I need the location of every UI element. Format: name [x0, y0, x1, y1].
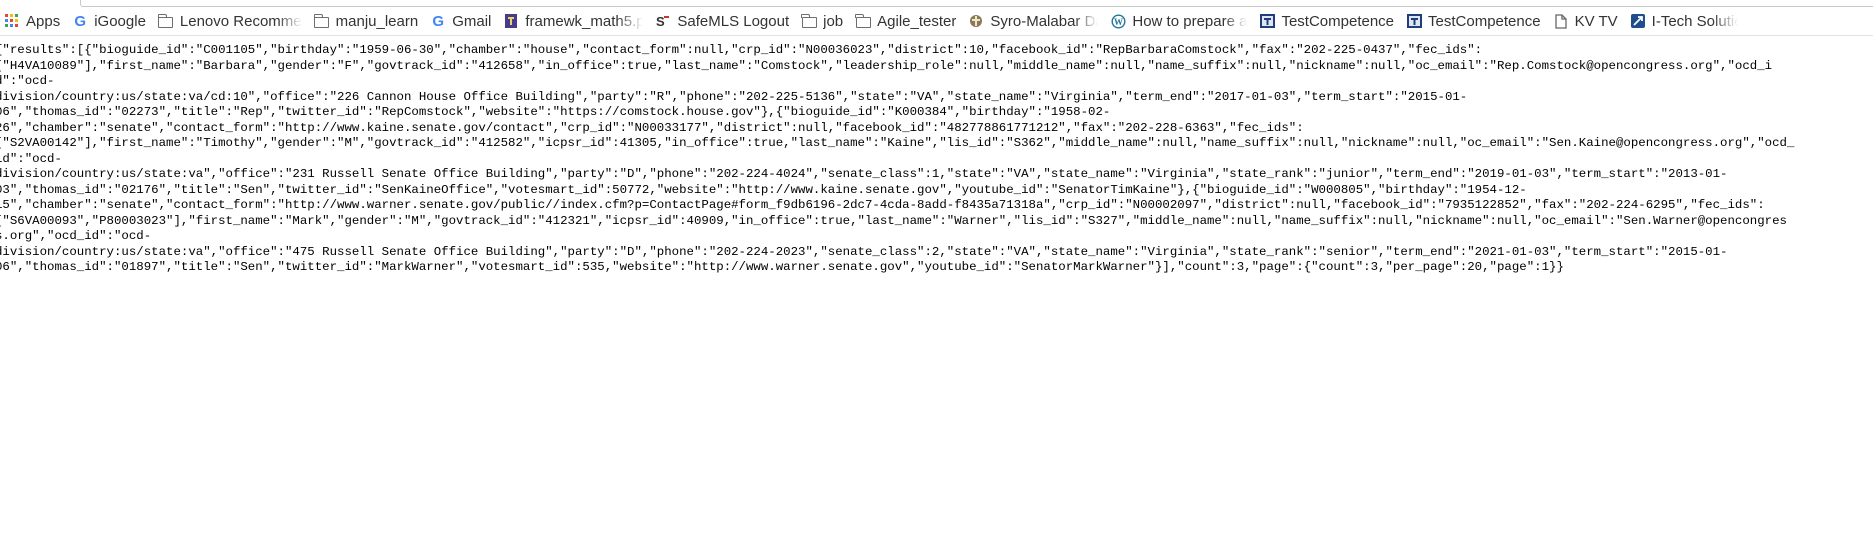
bookmark-syro-malabar[interactable]: Syro-Malabar Dai [964, 10, 1106, 32]
folder-icon [855, 13, 871, 29]
itech-icon [1630, 13, 1646, 29]
folder-icon [801, 13, 817, 29]
bookmark-job[interactable]: job [797, 10, 851, 32]
bookmark-manju-learn[interactable]: manju_learn [310, 10, 427, 32]
site-favicon-icon [503, 13, 519, 29]
browser-toolbar: Apps G iGoogle Lenovo Recomme manju_lear… [0, 0, 1873, 36]
page-icon [1553, 13, 1569, 29]
bookmark-lenovo-recommended[interactable]: Lenovo Recomme [154, 10, 310, 32]
bookmark-apps[interactable]: Apps [0, 10, 68, 32]
bookmark-framewk-math5[interactable]: framewk_math5.p [499, 10, 651, 32]
bookmark-label: Gmail [452, 12, 492, 30]
json-response-text: {"results":[{"bioguide_id":"C001105","bi… [0, 43, 1795, 276]
json-line: 03","thomas_id":"02176","title":"Sen","t… [0, 182, 1527, 197]
bookmark-label: I-Tech Solutions l [1651, 12, 1738, 30]
bookmark-label: Apps [26, 12, 61, 30]
bookmark-label: SafeMLS Logout [677, 12, 790, 30]
json-line: 15","chamber":"senate","contact_form":"h… [0, 198, 1765, 212]
bookmark-label: iGoogle [94, 12, 146, 30]
json-line: ["S2VA00142"],"first_name":"Timothy","ge… [0, 136, 1795, 166]
bookmarks-bar: Apps G iGoogle Lenovo Recomme manju_lear… [0, 9, 1746, 33]
testcompetence-icon [1406, 13, 1422, 29]
google-g-icon: G [74, 12, 87, 30]
address-bar[interactable] [80, 0, 1873, 7]
json-line: division/country:us/state:va","office":"… [0, 167, 1728, 181]
bookmark-label: Syro-Malabar Dai [990, 12, 1099, 30]
json-line: division/country:us/state:va","office":"… [0, 244, 1728, 259]
bookmark-label: KV TV [1574, 12, 1618, 30]
json-line: 26","chamber":"senate","contact_form":"h… [0, 120, 1304, 135]
json-line: division/country:us/state:va/cd:10","off… [0, 89, 1468, 104]
json-line: 06","thomas_id":"01897","title":"Sen","t… [0, 260, 1564, 274]
bookmark-itech-solutions[interactable]: I-Tech Solutions l [1626, 10, 1746, 32]
bookmark-label: Agile_tester [877, 12, 957, 30]
json-line: {"results":[{"bioguide_id":"C001105","bi… [0, 43, 1483, 57]
svg-text:W: W [1114, 17, 1123, 27]
bookmark-label: How to prepare a [1132, 12, 1248, 30]
bookmark-how-to-prepare[interactable]: W How to prepare a [1106, 10, 1255, 32]
folder-icon [157, 13, 174, 29]
bookmark-testcompetence-1[interactable]: TestCompetence [1255, 10, 1402, 32]
testcompetence-icon [1259, 13, 1275, 29]
bookmark-label: framewk_math5.p [525, 12, 644, 30]
safemls-icon: S [655, 13, 671, 29]
wordpress-icon: W [1110, 13, 1126, 29]
bookmark-gmail[interactable]: G Gmail [426, 10, 499, 32]
bookmark-testcompetence-2[interactable]: TestCompetence [1402, 10, 1549, 32]
bookmark-kv-tv[interactable]: KV TV [1549, 10, 1626, 32]
bookmark-agile-tester[interactable]: Agile_tester [851, 10, 964, 32]
bookmark-safemls-logout[interactable]: S SafeMLS Logout [651, 10, 797, 32]
json-response-view: {"results":[{"bioguide_id":"C001105","bi… [0, 43, 1873, 523]
bookmark-label: TestCompetence [1428, 12, 1541, 30]
apps-grid-icon [4, 13, 20, 29]
bookmark-label: manju_learn [335, 12, 419, 30]
json-line: ["S6VA00093","P80003023"],"first_name":"… [0, 213, 1787, 244]
json-line: ["H4VA10089"],"first_name":"Barbara","ge… [0, 58, 1773, 89]
folder-icon [313, 13, 330, 29]
bookmark-igoogle[interactable]: G iGoogle [68, 10, 154, 32]
json-line: 06","thomas_id":"02273","title":"Rep","t… [0, 105, 1111, 119]
site-favicon-icon [968, 13, 984, 29]
bookmark-label: TestCompetence [1281, 12, 1395, 30]
bookmark-label: Lenovo Recomme [179, 12, 302, 30]
bookmark-label: job [823, 12, 844, 30]
google-g-icon: G [432, 12, 445, 30]
svg-text:S: S [656, 14, 665, 28]
